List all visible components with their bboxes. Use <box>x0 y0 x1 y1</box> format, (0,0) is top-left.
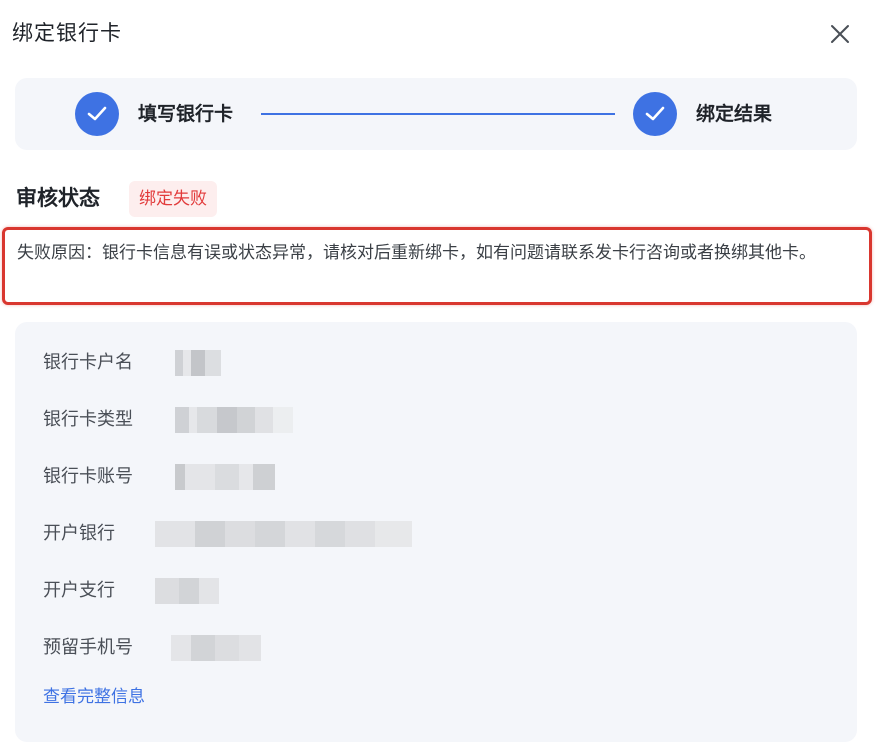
bank-name-value-masked <box>155 521 412 547</box>
progress-stepper: 填写银行卡 绑定结果 <box>15 78 857 150</box>
card-type-label: 银行卡类型 <box>43 409 133 430</box>
failure-reason-text: 失败原因：银行卡信息有误或状态异常，请核对后重新绑卡，如有问题请联系发卡行咨询或… <box>17 243 816 263</box>
bank-name-label: 开户银行 <box>43 523 115 544</box>
status-badge: 绑定失败 <box>129 181 217 217</box>
step-2-label: 绑定结果 <box>696 103 773 125</box>
review-status-label: 审核状态 <box>16 186 100 210</box>
branch-name-label: 开户支行 <box>43 580 115 601</box>
step-2-check-icon <box>633 92 677 136</box>
dialog-title: 绑定银行卡 <box>12 21 122 45</box>
branch-name-value-masked <box>155 578 219 604</box>
step-1-label: 填写银行卡 <box>138 103 234 125</box>
card-info-panel: 银行卡户名 银行卡类型 银行卡账号 开户银行 开户支行 预留手机号 查看完整信息 <box>15 322 857 742</box>
card-type-value-masked <box>175 407 293 433</box>
phone-value-masked <box>171 635 261 661</box>
account-name-value-masked <box>175 350 221 376</box>
account-name-label: 银行卡户名 <box>43 352 133 373</box>
close-button[interactable] <box>826 20 854 48</box>
phone-label: 预留手机号 <box>43 637 133 658</box>
view-full-info-link[interactable]: 查看完整信息 <box>43 684 145 710</box>
close-icon <box>831 25 849 43</box>
bind-card-dialog: 绑定银行卡 填写银行卡 绑定结果 审核状态 绑定失败 失败原因：银行卡信息有误或… <box>0 0 884 742</box>
failure-reason-box: 失败原因：银行卡信息有误或状态异常，请核对后重新绑卡，如有问题请联系发卡行咨询或… <box>2 227 872 305</box>
step-connector-line <box>261 113 615 115</box>
card-number-value-masked <box>175 464 275 490</box>
step-1-check-icon <box>75 92 119 136</box>
card-number-label: 银行卡账号 <box>43 466 133 487</box>
